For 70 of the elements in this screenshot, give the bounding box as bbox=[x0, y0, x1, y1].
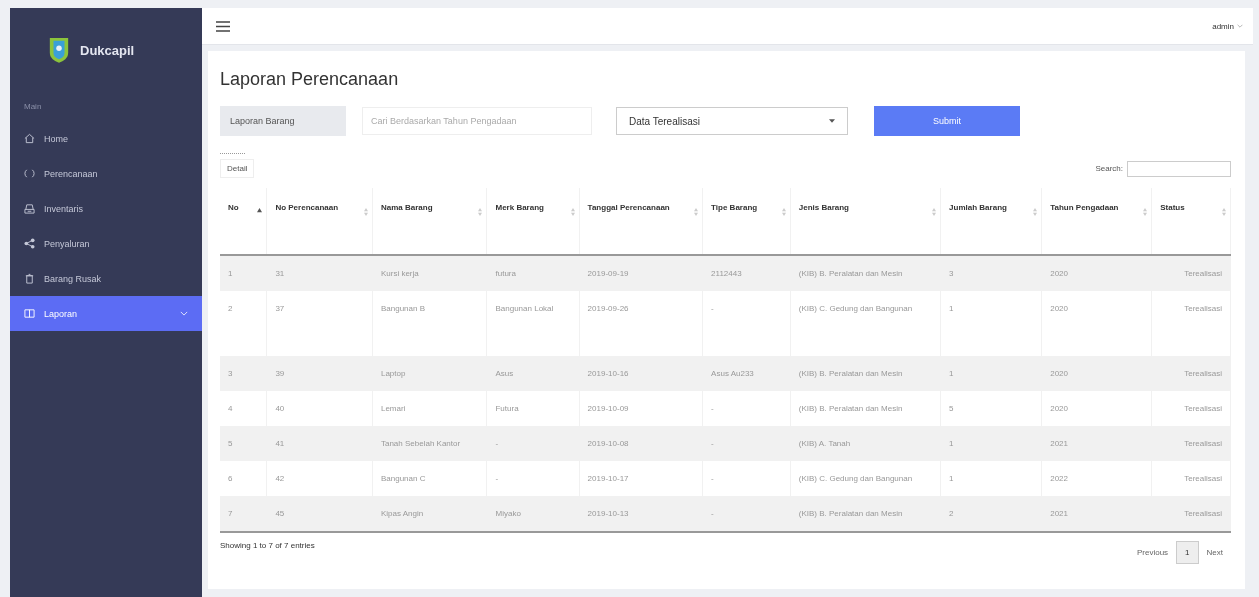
menu-icon[interactable] bbox=[216, 20, 230, 32]
table-cell: 2020 bbox=[1041, 356, 1152, 391]
table-cell: 2019-10-13 bbox=[579, 496, 703, 532]
table-cell: - bbox=[702, 496, 791, 532]
previous-link[interactable]: Previous bbox=[1128, 542, 1177, 563]
trash-icon bbox=[24, 273, 35, 284]
table-cell: Terealisasi bbox=[1151, 496, 1231, 532]
page-button[interactable]: 1 bbox=[1176, 541, 1199, 564]
tray-icon bbox=[24, 203, 35, 214]
table-cell: 7 bbox=[220, 496, 267, 532]
table-cell: Asus bbox=[487, 356, 580, 391]
user-menu[interactable]: admin bbox=[1212, 21, 1243, 31]
year-search-field[interactable]: Cari Berdasarkan Tahun Pengadaan bbox=[362, 107, 592, 135]
table-cell: 45 bbox=[266, 496, 373, 532]
next-link[interactable]: Next bbox=[1198, 542, 1231, 563]
table-cell: Miyako bbox=[487, 496, 580, 532]
sidebar-item[interactable]: Penyaluran bbox=[10, 226, 202, 261]
status-select[interactable]: Data Terealisasi bbox=[616, 107, 848, 135]
table-cell: 2020 bbox=[1041, 255, 1152, 291]
table-cell: Kipas Angin bbox=[372, 496, 487, 532]
table-cell: 5 bbox=[220, 426, 267, 461]
table-cell: Laptop bbox=[372, 356, 487, 391]
book-icon bbox=[24, 308, 35, 319]
sidebar-item[interactable]: Perencanaan bbox=[10, 156, 202, 191]
table-cell: 2019-10-08 bbox=[579, 426, 703, 461]
dropdown-caret-icon bbox=[829, 119, 835, 123]
sidebar-item[interactable]: Inventaris bbox=[10, 191, 202, 226]
table-cell: Terealisasi bbox=[1151, 255, 1231, 291]
sidebar-item[interactable]: Laporan bbox=[10, 296, 202, 331]
table-cell: Tanah Sebelah Kantor bbox=[372, 426, 487, 461]
table-cell: 2021 bbox=[1041, 426, 1152, 461]
table-cell: 41 bbox=[266, 426, 373, 461]
detail-button[interactable]: Detail bbox=[220, 159, 255, 178]
table-cell: 1 bbox=[940, 356, 1042, 391]
table-cell: - bbox=[487, 426, 580, 461]
table-cell: 2112443 bbox=[702, 255, 791, 291]
table-cell: Kursi kerja bbox=[372, 255, 487, 291]
table-cell: (KIB) A. Tanah bbox=[790, 426, 941, 461]
search-label: Search: bbox=[1095, 164, 1123, 173]
search-field[interactable] bbox=[1127, 160, 1231, 177]
shield-logo-icon bbox=[48, 36, 70, 64]
table-cell: (KIB) B. Peralatan dan Mesin bbox=[790, 496, 941, 532]
table-cell: 39 bbox=[266, 356, 373, 391]
table-cell: 2019-10-16 bbox=[579, 356, 703, 391]
table-cell: Asus Au233 bbox=[702, 356, 791, 391]
table-cell: (KIB) B. Peralatan dan Mesin bbox=[790, 255, 941, 291]
brand-name: Dukcapil bbox=[80, 42, 135, 58]
section-label: Main bbox=[23, 101, 43, 113]
sidebar-item[interactable]: Home bbox=[10, 121, 202, 156]
table-cell: 3 bbox=[940, 255, 1042, 291]
table-cell: (KIB) B. Peralatan dan Mesin bbox=[790, 356, 941, 391]
home-icon bbox=[24, 133, 35, 144]
table-cell: Terealisasi bbox=[1151, 426, 1231, 461]
table-cell: Terealisasi bbox=[1151, 356, 1231, 391]
table-cell: 2 bbox=[940, 496, 1042, 532]
table-cell: 2021 bbox=[1041, 496, 1152, 532]
chevron-down-icon bbox=[1237, 24, 1243, 28]
filter-label: Laporan Barang bbox=[220, 106, 346, 136]
sidebar-item[interactable]: Barang Rusak bbox=[10, 261, 202, 296]
table-cell: futura bbox=[487, 255, 580, 291]
table-cell: 3 bbox=[220, 356, 267, 391]
share-icon bbox=[24, 238, 35, 249]
page-title: Laporan Perencanaan bbox=[220, 69, 400, 90]
submit-button[interactable]: Submit bbox=[874, 106, 1020, 136]
entries-info: Showing 1 to 7 of 7 entries bbox=[220, 541, 315, 550]
table-cell: 2019-09-19 bbox=[579, 255, 703, 291]
table-cell: - bbox=[702, 426, 791, 461]
table-cell: 1 bbox=[220, 255, 267, 291]
table-cell: 31 bbox=[266, 255, 373, 291]
table-cell: 1 bbox=[940, 426, 1042, 461]
